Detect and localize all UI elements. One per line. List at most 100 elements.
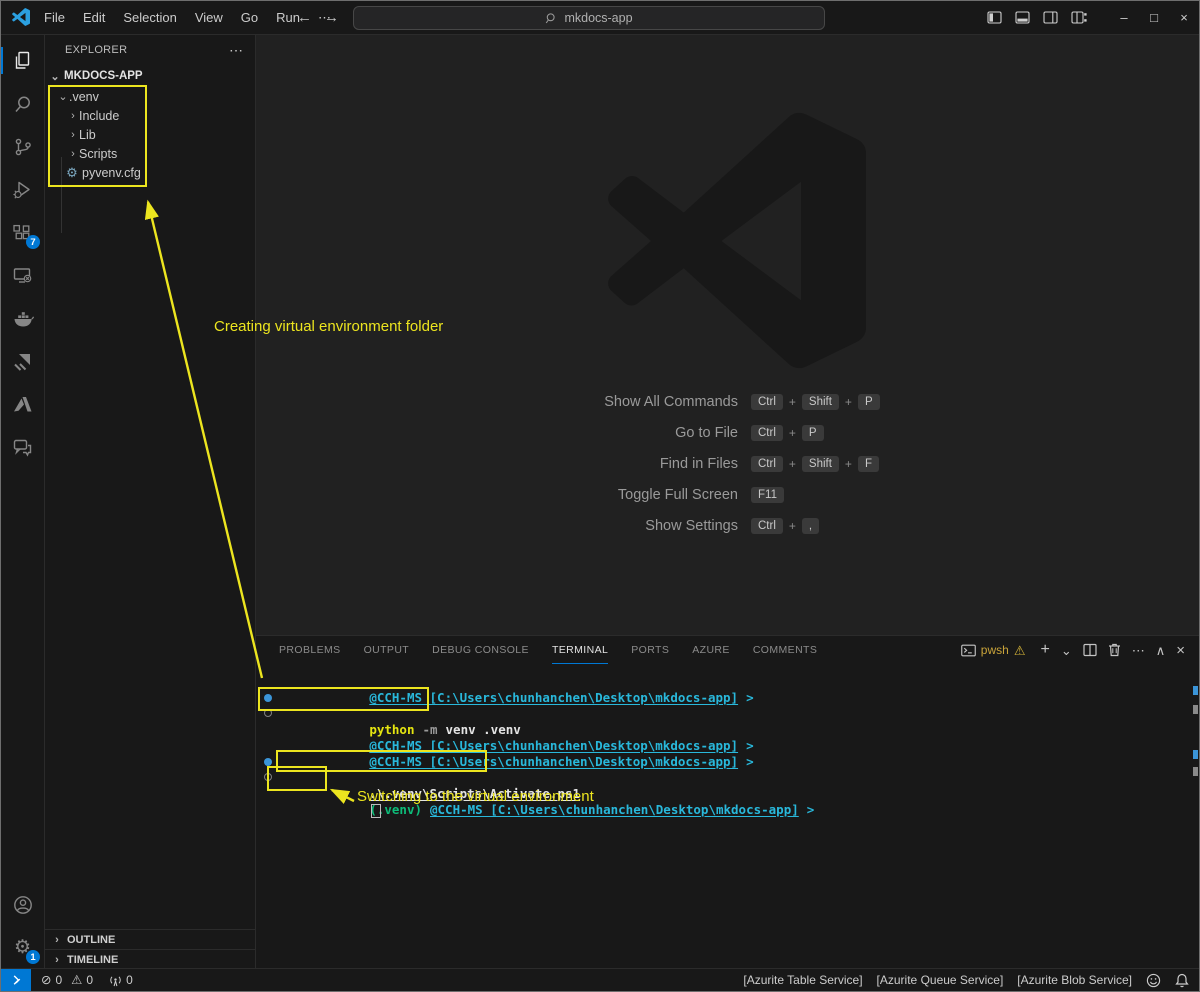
- panel-more-icon[interactable]: ⋯: [1132, 644, 1145, 657]
- shortcut-label: Show All Commands: [468, 394, 738, 410]
- keycap: P: [858, 394, 880, 410]
- search-icon: [13, 94, 33, 114]
- tab-problems[interactable]: PROBLEMS: [279, 636, 341, 664]
- ruler-mark-command: [1193, 750, 1198, 759]
- activitybar-source-control[interactable]: [1, 125, 44, 168]
- activitybar-azure[interactable]: [1, 383, 44, 426]
- activitybar-extensions[interactable]: 7: [1, 211, 44, 254]
- menu-view[interactable]: View: [186, 10, 232, 25]
- problems-status[interactable]: ⊘ 0 ⚠ 0: [41, 973, 93, 987]
- plus-separator: +: [789, 519, 796, 533]
- warning-icon: ⚠: [71, 974, 82, 987]
- tab-debug-console[interactable]: DEBUG CONSOLE: [432, 636, 529, 664]
- warning-icon: ⚠: [1014, 644, 1026, 657]
- menu-edit[interactable]: Edit: [74, 10, 114, 25]
- ruler-mark-command: [1193, 686, 1198, 695]
- shortcut-label: Toggle Full Screen: [468, 487, 738, 503]
- outline-section[interactable]: › OUTLINE: [45, 929, 255, 949]
- azurite-blob-service[interactable]: [Azurite Blob Service]: [1017, 973, 1132, 987]
- activitybar-settings[interactable]: ⚙ 1: [1, 926, 44, 969]
- outline-label: OUTLINE: [67, 934, 115, 946]
- close-button[interactable]: ×: [1169, 1, 1199, 34]
- plus-separator: +: [845, 457, 852, 471]
- activitybar-account[interactable]: [1, 883, 44, 926]
- tab-output[interactable]: OUTPUT: [364, 636, 410, 664]
- azure-icon: [12, 394, 33, 415]
- tab-terminal[interactable]: TERMINAL: [552, 636, 608, 664]
- menu-selection[interactable]: Selection: [114, 10, 185, 25]
- shortcut-label: Show Settings: [468, 518, 738, 534]
- keycap: Ctrl: [751, 425, 783, 441]
- error-count: 0: [55, 973, 62, 987]
- feedback-smiley-icon[interactable]: [1146, 973, 1161, 988]
- search-icon: [545, 12, 558, 25]
- prompt-symbol: >: [807, 802, 815, 817]
- plus-separator: +: [789, 457, 796, 471]
- toggle-panel-icon[interactable]: [1015, 10, 1030, 25]
- activitybar-explorer[interactable]: [1, 39, 44, 82]
- timeline-label: TIMELINE: [67, 954, 118, 966]
- project-root-row[interactable]: ⌄ MKDOCS-APP: [45, 65, 255, 87]
- source-control-icon: [13, 137, 33, 157]
- menu-go[interactable]: Go: [232, 10, 267, 25]
- account-icon: [12, 894, 34, 916]
- activitybar-run-debug[interactable]: [1, 168, 44, 211]
- tab-ports[interactable]: PORTS: [631, 636, 669, 664]
- activitybar-deploy[interactable]: [1, 340, 44, 383]
- split-terminal-icon[interactable]: [1083, 643, 1097, 657]
- remote-icon: [10, 974, 23, 987]
- toggle-sidebar-icon[interactable]: [987, 10, 1002, 25]
- statusbar-right: [Azurite Table Service] [Azurite Queue S…: [743, 973, 1199, 988]
- shell-name: pwsh: [981, 643, 1009, 657]
- new-terminal-icon[interactable]: +: [1040, 642, 1049, 658]
- terminal-shell-selector[interactable]: pwsh ⚠: [961, 643, 1026, 657]
- editor-area: Show All Commands Ctrl + Shift + P Go to…: [256, 35, 1199, 635]
- minimize-button[interactable]: –: [1109, 1, 1139, 34]
- vscode-logo-icon: [12, 8, 30, 26]
- annotation-box-venv-command: [258, 687, 429, 711]
- menu-bar: File Edit Selection View Go Run ⋯: [35, 1, 340, 34]
- terminal-blank-line: [263, 722, 1185, 738]
- menu-file[interactable]: File: [35, 10, 74, 25]
- command-decoration-success[interactable]: [264, 758, 272, 766]
- remote-indicator[interactable]: [1, 969, 31, 991]
- maximize-button[interactable]: □: [1139, 1, 1169, 34]
- customize-layout-icon[interactable]: [1071, 10, 1087, 25]
- explorer-more-icon[interactable]: ⋯: [229, 42, 243, 59]
- kill-terminal-icon[interactable]: [1108, 643, 1121, 657]
- ports-count: 0: [126, 973, 133, 987]
- ports-status[interactable]: 0: [109, 973, 133, 987]
- explorer-title: EXPLORER: [65, 44, 127, 56]
- keycap: Ctrl: [751, 394, 783, 410]
- tab-comments[interactable]: COMMENTS: [753, 636, 817, 664]
- files-icon: [12, 50, 33, 71]
- plus-separator: +: [789, 395, 796, 409]
- azurite-queue-service[interactable]: [Azurite Queue Service]: [877, 973, 1004, 987]
- terminal-icon: [961, 644, 976, 657]
- command-center-search[interactable]: mkdocs-app: [353, 6, 825, 30]
- toggle-secondary-sidebar-icon[interactable]: [1043, 10, 1058, 25]
- azurite-table-service[interactable]: [Azurite Table Service]: [743, 973, 862, 987]
- timeline-section[interactable]: › TIMELINE: [45, 949, 255, 969]
- radio-tower-icon: [109, 974, 122, 987]
- keycap: Ctrl: [751, 518, 783, 534]
- back-icon[interactable]: ←: [297, 9, 312, 26]
- tab-azure[interactable]: AZURE: [692, 636, 730, 664]
- extensions-badge: 7: [26, 235, 40, 249]
- keycap: Shift: [802, 456, 839, 472]
- activitybar-search[interactable]: [1, 82, 44, 125]
- terminal-dropdown-icon[interactable]: ⌄: [1061, 644, 1072, 657]
- maximize-panel-icon[interactable]: ∧: [1156, 644, 1166, 657]
- activitybar-remote-explorer[interactable]: [1, 254, 44, 297]
- annotation-box-venv-tree: [48, 85, 147, 187]
- keycap: Shift: [802, 394, 839, 410]
- activitybar-docker[interactable]: [1, 297, 44, 340]
- notifications-bell-icon[interactable]: [1175, 973, 1189, 988]
- activitybar-comments[interactable]: [1, 426, 44, 469]
- forward-icon[interactable]: →: [324, 9, 339, 26]
- status-bar: ⊘ 0 ⚠ 0 0 [Azurite Table Service] [Azuri…: [1, 968, 1199, 991]
- terminal-cursor: [371, 804, 381, 818]
- keycap: F: [858, 456, 879, 472]
- titlebar-right: – □ ×: [987, 1, 1199, 34]
- close-panel-icon[interactable]: ×: [1176, 643, 1185, 658]
